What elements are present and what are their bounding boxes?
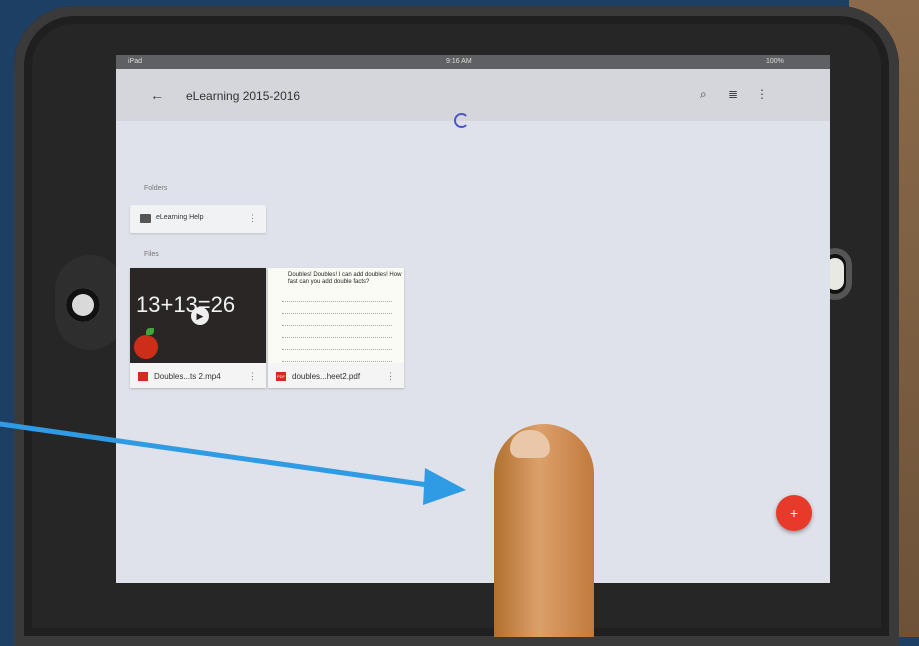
folder-title: eLearning 2015-2016 [186, 89, 301, 103]
tablet-screen: iPad 9:16 AM 100% ← eLearning 2015-2016 … [116, 55, 830, 583]
pdf-thumbnail: Doubles! Doubles! I can add doubles! How… [268, 268, 404, 363]
video-thumbnail: 13+13=26 ▶ [130, 268, 266, 363]
status-time: 9:16 AM [446, 58, 472, 65]
folders-section-label: Folders [144, 185, 168, 192]
status-battery: 100% [766, 58, 784, 65]
pdf-row [282, 328, 392, 338]
apple-icon [134, 335, 158, 359]
play-icon[interactable]: ▶ [191, 307, 209, 325]
finger-nail [510, 430, 550, 458]
file-name-pdf: doubles...heet2.pdf [292, 372, 361, 381]
search-icon[interactable]: ⌕ [700, 87, 707, 102]
video-file-icon [138, 372, 148, 381]
video-thumbnail-text: 13+13=26 [136, 292, 236, 317]
list-view-icon[interactable]: ≣ [728, 87, 738, 101]
status-bar: iPad 9:16 AM 100% [116, 55, 830, 69]
case-tab-hole [66, 288, 100, 322]
file-more-icon[interactable]: ⋮ [248, 371, 257, 382]
folder-more-icon[interactable]: ⋮ [248, 213, 257, 224]
folder-icon [140, 214, 151, 223]
file-more-icon[interactable]: ⋮ [386, 371, 395, 382]
pdf-row [282, 292, 392, 302]
file-card-video[interactable]: 13+13=26 ▶ Doubles...ts 2.mp4 ⋮ [130, 268, 266, 388]
more-vert-icon[interactable]: ⋮ [756, 87, 768, 101]
file-name-video: Doubles...ts 2.mp4 [154, 372, 221, 381]
add-fab-button[interactable]: + [776, 495, 812, 531]
pdf-file-icon: PDF [276, 372, 286, 381]
status-left: iPad [128, 58, 143, 65]
pdf-thumbnail-title: Doubles! Doubles! I can add doubles! How… [288, 272, 402, 285]
loading-spinner-icon [454, 113, 469, 128]
pdf-thumbnail-rows [282, 292, 392, 364]
file-card-pdf[interactable]: Doubles! Doubles! I can add doubles! How… [268, 268, 404, 388]
pdf-row [282, 352, 392, 362]
pdf-row [282, 316, 392, 326]
folder-name: eLearning Help [156, 214, 204, 221]
folder-item[interactable]: eLearning Help ⋮ [130, 205, 266, 233]
pdf-row [282, 304, 392, 314]
back-arrow-icon[interactable]: ← [150, 87, 164, 103]
pdf-row [282, 340, 392, 350]
app-bar: ← eLearning 2015-2016 ⌕ ≣ ⋮ [116, 69, 830, 121]
apple-leaf-icon [146, 328, 154, 335]
files-section-label: Files [144, 251, 159, 258]
